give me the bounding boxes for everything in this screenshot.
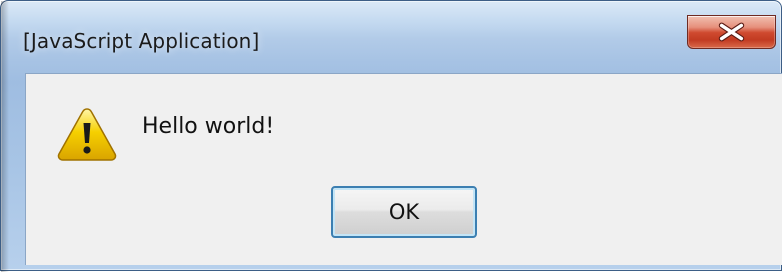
- window-title: [JavaScript Application]: [23, 29, 260, 53]
- close-button[interactable]: [687, 15, 776, 49]
- ok-button[interactable]: OK: [331, 186, 477, 238]
- message-text: Hello world!: [142, 114, 275, 139]
- dialog-client-area: Hello world! OK: [25, 73, 782, 265]
- close-icon: [718, 22, 745, 42]
- dialog-window: [JavaScript Application] Hello world! OK: [0, 0, 782, 272]
- warning-icon: [57, 108, 117, 161]
- title-bar[interactable]: [JavaScript Application]: [1, 1, 782, 69]
- message-panel: Hello world! OK: [26, 74, 782, 265]
